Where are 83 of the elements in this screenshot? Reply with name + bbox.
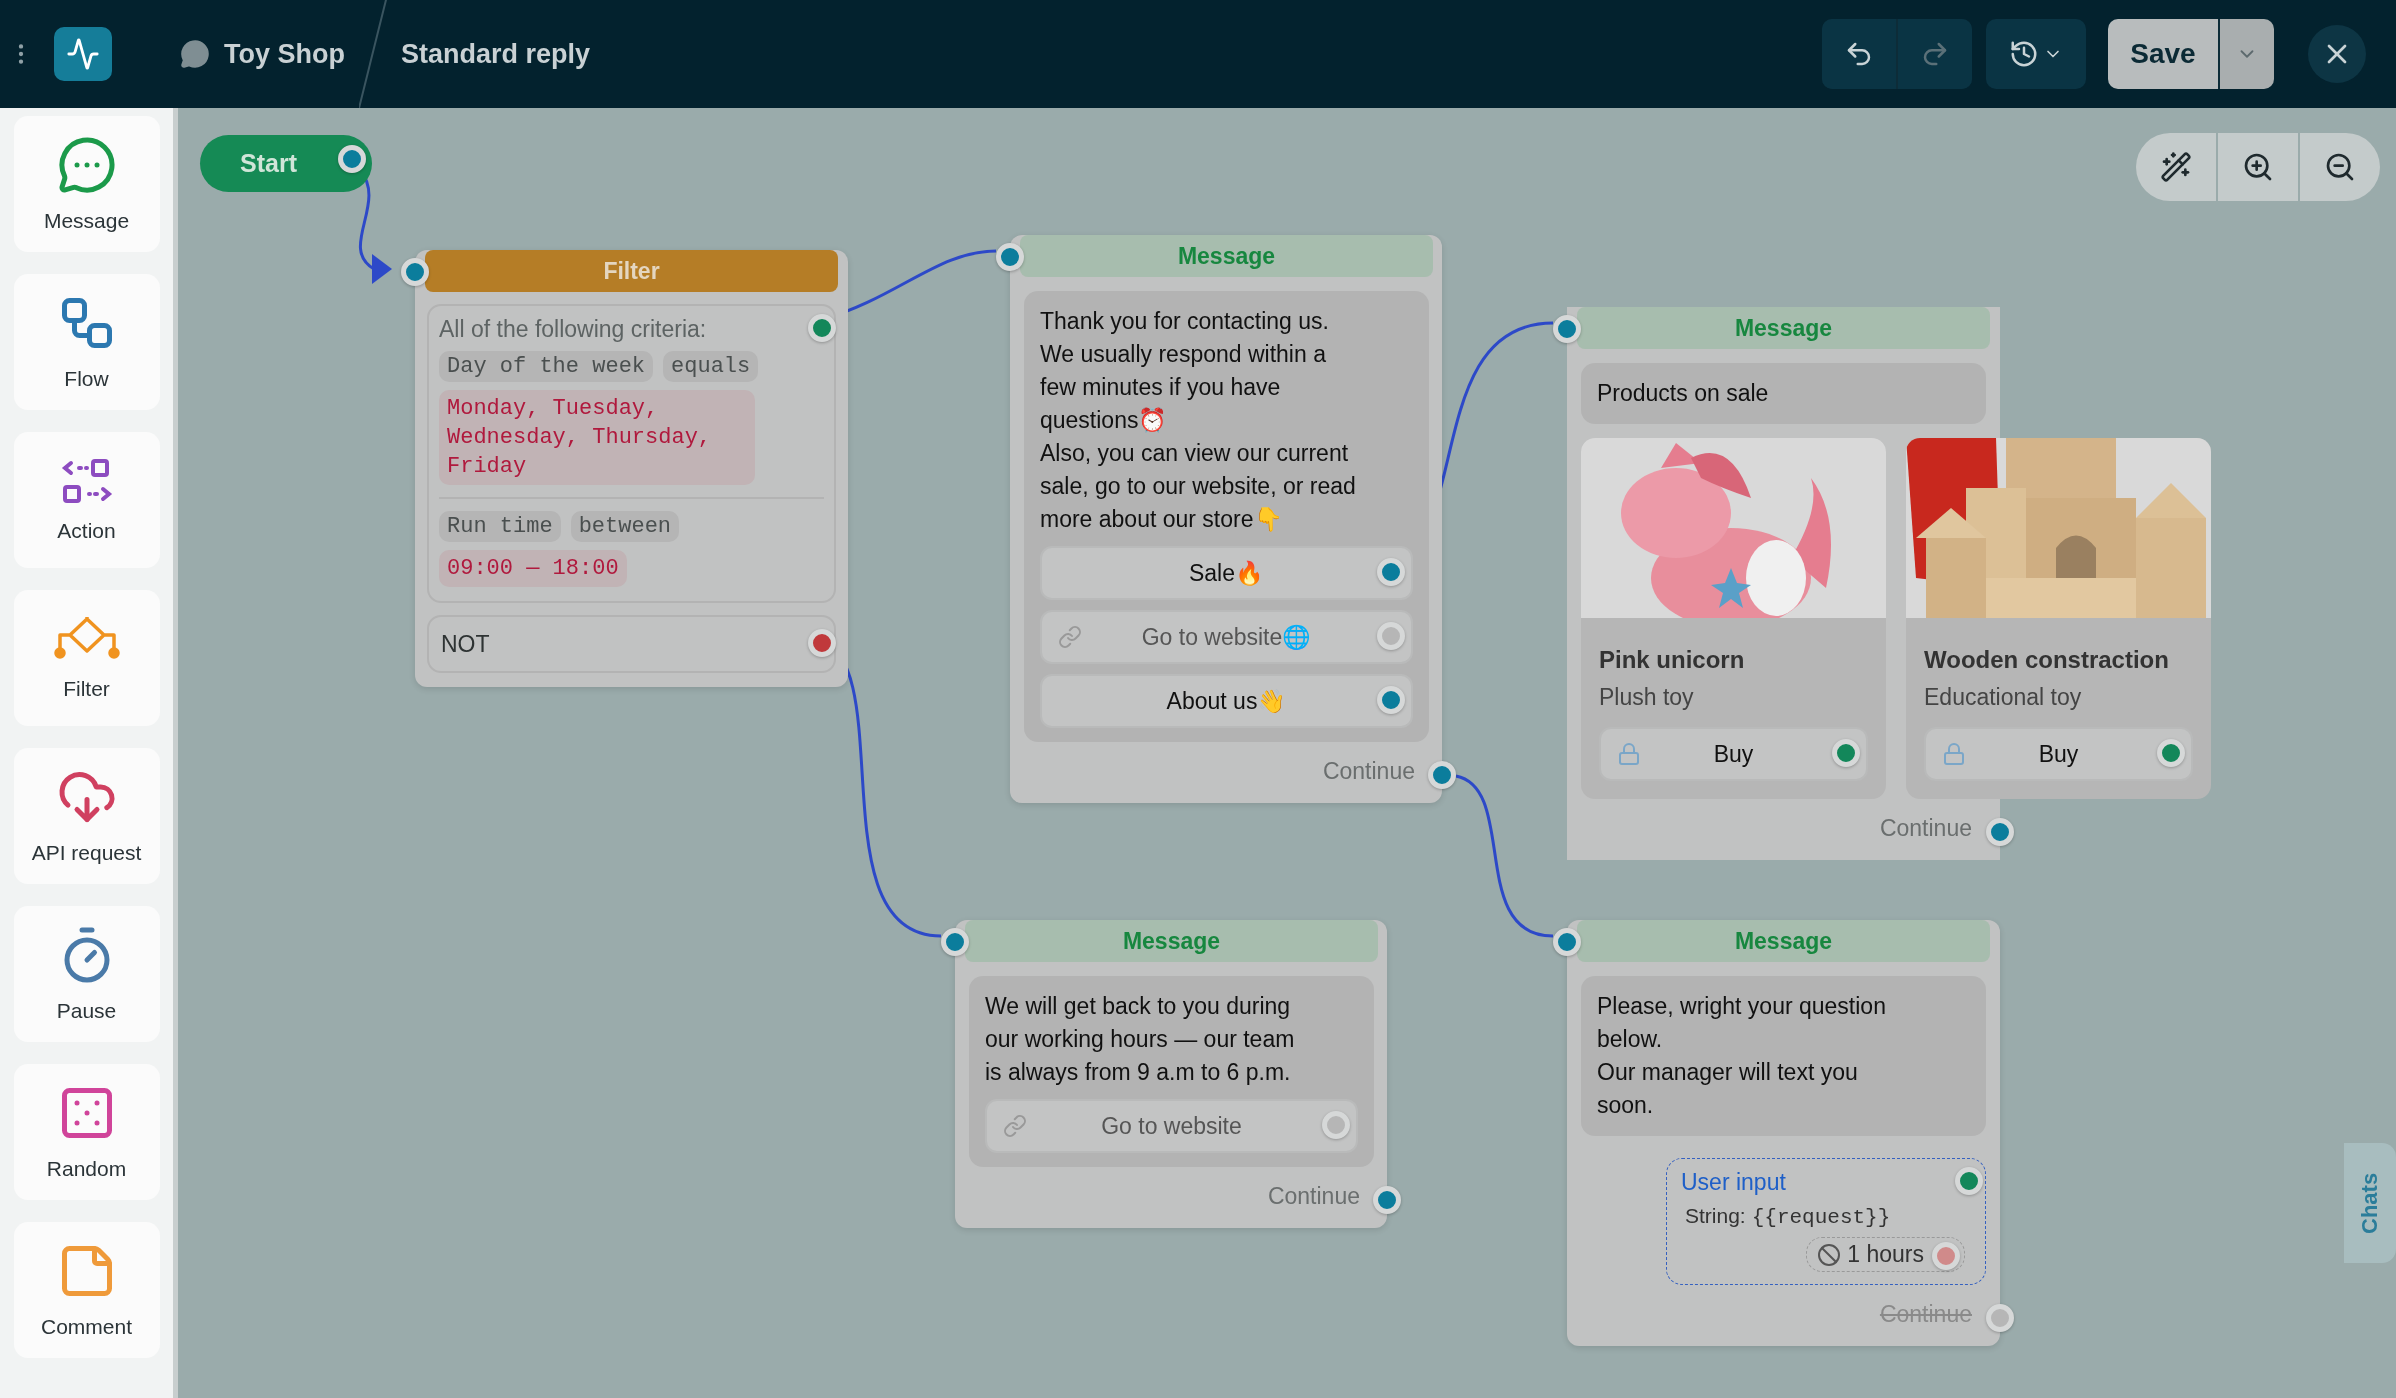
- lock-icon: [1942, 742, 1966, 766]
- chat-bubble-icon: [180, 39, 210, 69]
- node-header: Message: [1577, 920, 1990, 962]
- condition-operator: between: [570, 511, 680, 542]
- node-header: Message: [965, 920, 1378, 962]
- history-button[interactable]: [1986, 19, 2086, 89]
- lock-icon: [1617, 742, 1641, 766]
- condition-value: 09:00 — 18:00: [439, 550, 627, 587]
- connection-port[interactable]: [2157, 739, 2185, 767]
- condition-operator: equals: [663, 351, 759, 382]
- chat-bubble-icon: [56, 135, 117, 195]
- connection-port[interactable]: [1553, 928, 1581, 956]
- connection-port[interactable]: [1428, 761, 1456, 789]
- connection-port[interactable]: [338, 145, 366, 173]
- condition-field: Run time: [439, 511, 561, 542]
- continue-label: Continue: [1322, 758, 1415, 785]
- message-node[interactable]: Message We will get back to you during our working hours — our team is always from 9 a.m to 6 p.m. Go to website Continue: [955, 920, 1387, 1228]
- continue-label: Continue: [1879, 1301, 1972, 1328]
- tool-button[interactable]: API request: [13, 748, 160, 884]
- reply-button[interactable]: Go to website🌐: [1040, 610, 1413, 664]
- history-icon: [2009, 39, 2039, 69]
- message-node[interactable]: [1010, 235, 1442, 803]
- product-title: Pink unicorn: [1598, 645, 1746, 674]
- zoom-in-icon: [2242, 151, 2274, 183]
- user-input-title: User input: [1681, 1169, 1786, 1196]
- tool-button[interactable]: Pause: [13, 906, 160, 1042]
- connection-port[interactable]: [1377, 558, 1405, 586]
- message-text: We will get back to you during our working hours — our team is always from 9 a.m to 6 p.m.: [985, 992, 1296, 1087]
- link-icon: [1058, 625, 1082, 649]
- connection-port[interactable]: [808, 629, 836, 657]
- connection-port[interactable]: [1955, 1167, 1983, 1195]
- node-header: Message: [1020, 235, 1433, 277]
- reply-button[interactable]: About us👋: [1040, 674, 1413, 728]
- tool-button[interactable]: Action: [13, 432, 160, 568]
- zoom-in-button[interactable]: [2218, 133, 2298, 201]
- product-subtitle: Educational toy: [1923, 683, 2083, 712]
- input-variable: {{request}}: [1751, 1206, 1891, 1229]
- condition-value: Monday, Tuesday, Wednesday, Thursday, Friday: [439, 390, 755, 485]
- product-subtitle: Plush toy: [1598, 683, 1695, 712]
- product-title: Wooden constraction: [1923, 645, 2170, 674]
- filter-node[interactable]: Filter All of the following criteria: Day of the week equals Monday, Tuesday, Wednesday, Thursday, Friday Run time between 09:00 — 18:00 NOT: [415, 250, 848, 687]
- condition-field: Day of the week: [439, 351, 654, 382]
- input-type-label: String:: [1685, 1204, 1746, 1228]
- continue-label: Continue: [1879, 815, 1972, 842]
- connection-port[interactable]: [1373, 1186, 1401, 1214]
- zoom-out-button[interactable]: [2300, 133, 2380, 201]
- tool-button[interactable]: Filter: [13, 590, 160, 726]
- message-text: Thank you for contacting us. We usually respond within a few minutes if you have questions⏰ Also, you can view our current sale, go to our website, or read more about our store👇: [1040, 307, 1357, 534]
- criteria-heading: All of the following criteria:: [439, 316, 707, 343]
- message-text: Products on sale: [1597, 379, 1770, 408]
- reply-button[interactable]: Go to website: [985, 1099, 1358, 1153]
- node-header: Filter: [425, 250, 838, 292]
- connection-port[interactable]: [1932, 1242, 1960, 1270]
- logo-icon[interactable]: [54, 27, 112, 81]
- magic-wand-button[interactable]: [2136, 133, 2216, 201]
- tool-button[interactable]: Comment: [13, 1222, 160, 1358]
- save-button[interactable]: Save: [2108, 19, 2218, 89]
- magic-wand-icon: [2160, 151, 2192, 183]
- tool-button[interactable]: Message: [13, 116, 160, 252]
- save-options-button[interactable]: [2220, 19, 2274, 89]
- connection-port[interactable]: [941, 928, 969, 956]
- message-text: Please, wright your question below. Our manager will text you soon.: [1597, 992, 1887, 1120]
- channel-name[interactable]: Toy Shop: [224, 38, 345, 70]
- flow-title: Standard reply: [401, 38, 591, 70]
- connection-port[interactable]: [1553, 315, 1581, 343]
- undo-button[interactable]: [1822, 19, 1896, 89]
- continue-label: Continue: [1267, 1183, 1360, 1210]
- ban-icon: [1817, 1242, 1842, 1267]
- timeout-text: 1 hours: [1847, 1241, 1924, 1268]
- negation-label: NOT: [441, 630, 490, 658]
- connection-port[interactable]: [1377, 686, 1405, 714]
- tool-button[interactable]: Random: [13, 1064, 160, 1200]
- connection-port[interactable]: [1832, 739, 1860, 767]
- node-title: Start: [240, 149, 297, 178]
- link-icon: [1003, 1114, 1027, 1138]
- connection-port[interactable]: [996, 243, 1024, 271]
- node-header: Message: [1577, 307, 1990, 349]
- connection-port[interactable]: [808, 314, 836, 342]
- connection-port[interactable]: [401, 258, 429, 286]
- buy-button[interactable]: Buy: [1599, 727, 1868, 781]
- zoom-out-icon: [2324, 151, 2356, 183]
- tool-button[interactable]: Flow: [13, 274, 160, 410]
- buy-button[interactable]: Buy: [1924, 727, 2193, 781]
